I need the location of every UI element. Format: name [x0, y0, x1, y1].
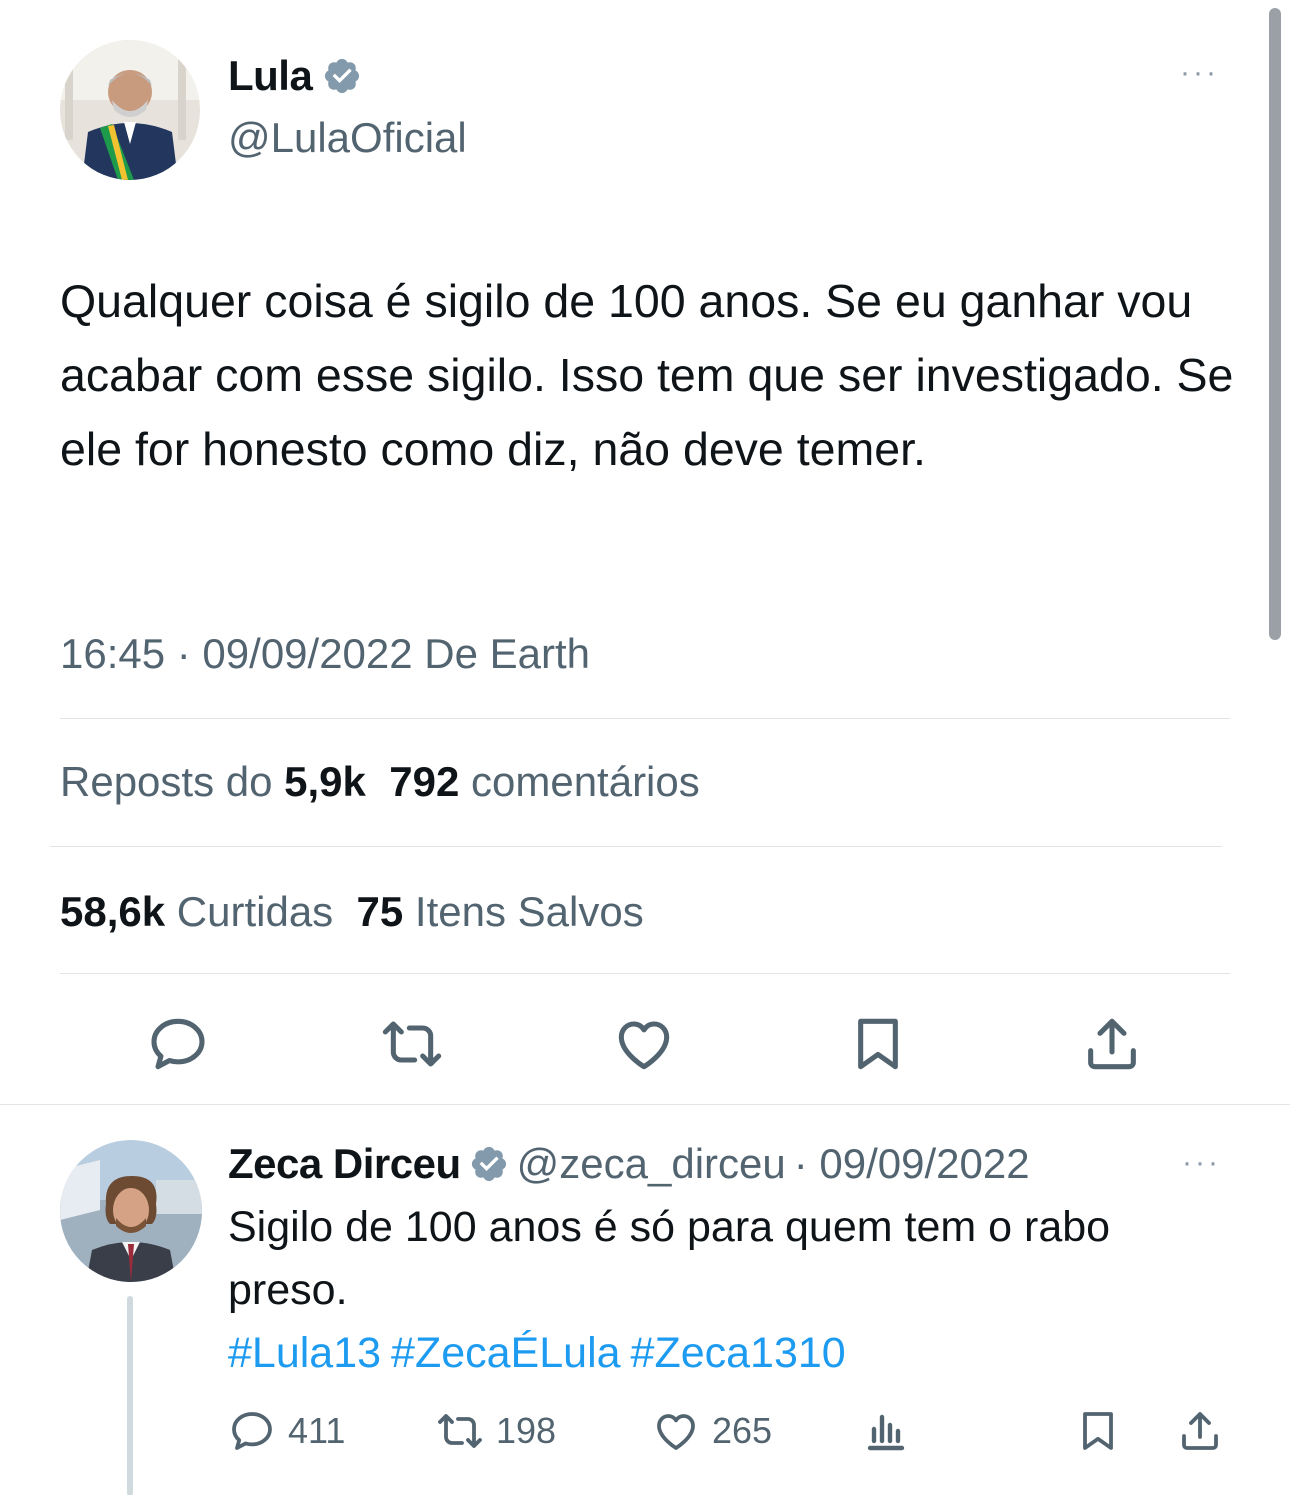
reply-bookmark-button[interactable]	[1074, 1406, 1122, 1456]
repost-button[interactable]	[380, 1012, 444, 1076]
repost-icon	[438, 1414, 482, 1448]
tweet-text: Qualquer coisa é sigilo de 100 anos. Se …	[60, 275, 1234, 475]
reposts-label: Reposts do	[60, 758, 273, 805]
hashtag-link[interactable]: #Zeca1310	[631, 1329, 846, 1377]
more-options-icon[interactable]: ···	[1180, 58, 1219, 88]
divider	[60, 973, 1230, 974]
saves-label[interactable]: Itens Salvos	[415, 888, 644, 935]
reply-author-handle[interactable]: @zeca_dirceu	[517, 1140, 786, 1188]
reposts-comments-row: Reposts do 5,9k 792 comentários	[60, 758, 700, 806]
like-count: 265	[712, 1410, 773, 1451]
reply-share-button[interactable]	[1176, 1406, 1224, 1456]
share-button[interactable]	[1080, 1012, 1144, 1076]
share-icon	[1182, 1412, 1218, 1450]
reply-count: 411	[288, 1410, 346, 1451]
verified-badge-icon	[471, 1146, 506, 1182]
reply-icon	[151, 1018, 205, 1070]
like-icon	[618, 1021, 670, 1070]
likes-saves-row: 58,6k Curtidas 75 Itens Salvos	[60, 888, 644, 936]
likes-label[interactable]: Curtidas	[177, 888, 333, 935]
bookmark-icon	[1083, 1412, 1113, 1450]
reposts-count[interactable]: 5,9k	[284, 758, 366, 805]
reply-header: Zeca Dirceu @zeca_dirceu · 09/09/2022	[228, 1140, 1030, 1188]
reply-button[interactable]	[146, 1012, 210, 1076]
reply-author-name[interactable]: Zeca Dirceu	[228, 1140, 461, 1188]
scrollbar[interactable]	[1269, 8, 1281, 640]
tweet-timestamp[interactable]: 16:45 · 09/09/2022 De Earth	[60, 630, 590, 678]
like-button[interactable]	[612, 1012, 676, 1076]
reply-date[interactable]: · 09/09/2022	[794, 1140, 1030, 1188]
repost-icon	[382, 1021, 442, 1067]
zeca-avatar[interactable]	[60, 1140, 202, 1282]
share-icon	[1088, 1018, 1136, 1070]
bookmark-button[interactable]	[846, 1012, 910, 1076]
reply-icon	[232, 1412, 272, 1450]
comments-label[interactable]: comentários	[471, 758, 700, 805]
repost-count: 198	[496, 1410, 557, 1451]
divider	[0, 1104, 1290, 1105]
hashtag-link[interactable]: #Lula13	[228, 1329, 381, 1377]
reply-reply-button[interactable]: 411	[228, 1406, 345, 1456]
hashtag-list: #Lula13 #ZecaÉLula #Zeca1310	[228, 1322, 856, 1385]
reply-repost-button[interactable]: 198	[436, 1406, 556, 1456]
lula-avatar[interactable]	[60, 40, 200, 180]
verified-badge-icon	[325, 58, 360, 94]
views-icon	[867, 1414, 905, 1451]
reply-like-button[interactable]: 265	[652, 1406, 772, 1456]
thread-line	[127, 1296, 133, 1495]
main-author-handle[interactable]: @LulaOficial	[228, 114, 467, 162]
divider	[50, 846, 1222, 847]
saves-count[interactable]: 75	[357, 888, 404, 935]
divider	[60, 718, 1230, 719]
comments-count[interactable]: 792	[389, 758, 459, 805]
likes-count[interactable]: 58,6k	[60, 888, 165, 935]
main-author-name-text: Lula	[228, 52, 313, 99]
more-options-icon[interactable]: ···	[1182, 1148, 1221, 1178]
bookmark-icon	[858, 1018, 898, 1070]
reply-text: Sigilo de 100 anos é só para quem tem o …	[228, 1203, 1111, 1314]
like-icon	[657, 1414, 695, 1450]
main-author-name[interactable]: Lula	[228, 52, 362, 100]
hashtag-link[interactable]: #ZecaÉLula	[391, 1329, 621, 1377]
reply-views-button[interactable]	[862, 1406, 910, 1456]
